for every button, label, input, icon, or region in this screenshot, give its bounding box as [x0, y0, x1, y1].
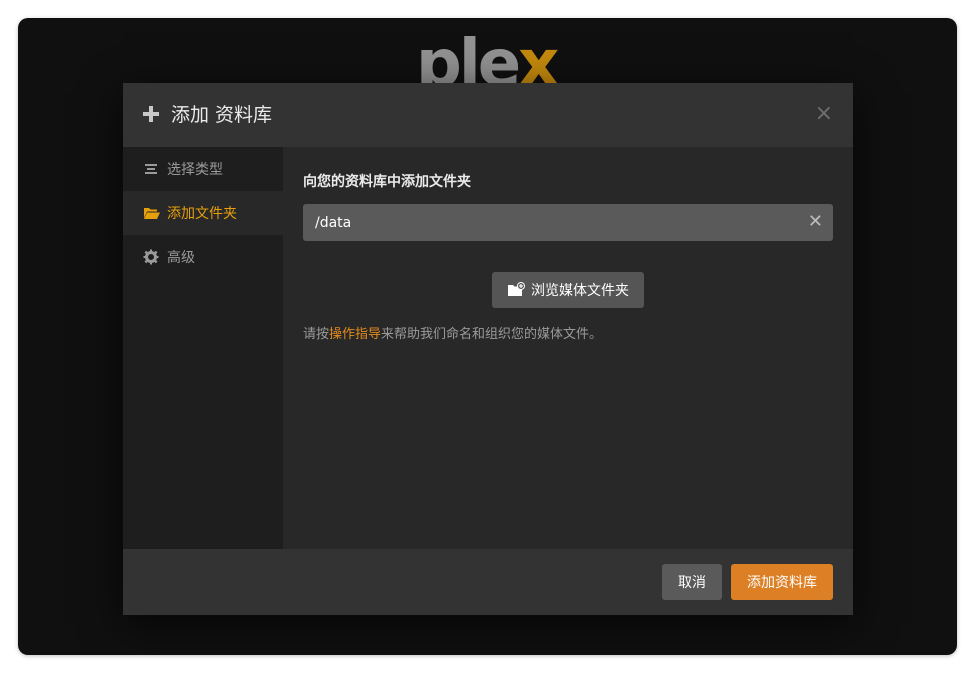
add-library-button[interactable]: 添加资料库: [731, 564, 833, 600]
help-hint: 请按操作指导来帮助我们命名和组织您的媒体文件。: [303, 323, 602, 342]
close-icon[interactable]: ×: [815, 103, 833, 125]
sidebar-item-label: 高级: [167, 250, 195, 266]
guide-link[interactable]: 操作指导: [329, 327, 381, 342]
folder-add-icon: [507, 282, 525, 298]
folder-path-field: ✕: [303, 204, 833, 241]
clear-icon[interactable]: ✕: [808, 212, 823, 232]
plus-icon: [143, 106, 159, 122]
folder-path-input[interactable]: [303, 204, 807, 241]
add-library-dialog: 添加 资料库 × 选择类型 添加文件夹 高级 向您的资料库中添加文件夹 /dat…: [123, 83, 853, 615]
dialog-header: 添加 资料库 ×: [123, 83, 853, 147]
dialog-footer: 取消 添加资料库: [123, 549, 853, 615]
sidebar-item-select-type[interactable]: 选择类型: [123, 147, 283, 191]
folder-open-icon: [143, 205, 160, 221]
list-icon: [143, 161, 159, 177]
section-label: 向您的资料库中添加文件夹: [303, 174, 471, 190]
browse-button-label: 浏览媒体文件夹: [531, 283, 629, 299]
dialog-sidebar: 选择类型 添加文件夹 高级: [123, 147, 283, 549]
sidebar-item-add-folder[interactable]: 添加文件夹: [123, 191, 283, 235]
cancel-button[interactable]: 取消: [662, 564, 722, 600]
sidebar-item-label: 添加文件夹: [167, 206, 237, 222]
dialog-content: 向您的资料库中添加文件夹 ✕ 浏览媒体文件夹 请按操作指导来帮助我们命名和组织您…: [283, 147, 853, 549]
app-window: plex 添加 资料库 × 选择类型 添加文件夹 高级 向您的资料库中添加文件夹…: [18, 18, 957, 655]
hint-suffix: 来帮助我们命名和组织您的媒体文件。: [381, 327, 603, 342]
dialog-title: 添加 资料库: [171, 104, 273, 126]
sidebar-item-advanced[interactable]: 高级: [123, 235, 283, 279]
sidebar-item-label: 选择类型: [167, 162, 223, 178]
browse-media-folder-button[interactable]: 浏览媒体文件夹: [492, 272, 644, 308]
gear-icon: [143, 249, 159, 265]
hint-prefix: 请按: [303, 327, 330, 342]
